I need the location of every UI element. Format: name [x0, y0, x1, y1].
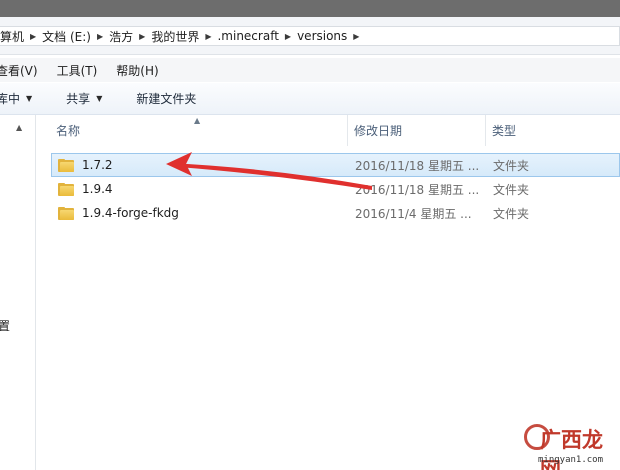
address-bar: 算机 ▶ 文档 (E:) ▶ 浩方 ▶ 我的世界 ▶ .minecraft ▶ versi…	[0, 17, 620, 55]
file-name: 1.7.2	[82, 158, 113, 172]
navigation-pane[interactable]: ▲ 置	[0, 115, 36, 470]
breadcrumb-haofang[interactable]: 浩方 ▶	[109, 26, 151, 46]
file-date: 2016/11/18 星期五 ...	[355, 182, 480, 197]
new-folder-button[interactable]: 新建文件夹	[136, 90, 196, 107]
sort-ascending-icon: ▲	[194, 116, 201, 125]
file-type: 文件夹	[493, 158, 530, 173]
share-button[interactable]: 共享 ▼	[66, 90, 102, 107]
breadcrumb-versions[interactable]: versions ▶	[297, 26, 365, 46]
include-in-library-button[interactable]: 库中 ▼	[0, 90, 32, 107]
file-date: 2016/11/4 星期五 ...	[355, 206, 472, 221]
menu-help[interactable]: 帮助(H)	[116, 62, 158, 79]
folder-icon	[58, 158, 74, 172]
file-type: 文件夹	[493, 182, 530, 197]
folder-icon	[58, 206, 74, 220]
chevron-right-icon[interactable]: ▶	[30, 32, 36, 41]
chevron-right-icon[interactable]: ▶	[353, 32, 359, 41]
breadcrumb-dot-minecraft[interactable]: .minecraft ▶	[217, 26, 297, 46]
file-rows: 1.7.2 2016/11/18 星期五 ... 文件夹 1.9.4 2016/…	[51, 153, 620, 225]
table-row[interactable]: 1.9.4 2016/11/18 星期五 ... 文件夹	[51, 177, 620, 201]
column-header-row: 名称 ▲ 修改日期 类型	[37, 115, 620, 146]
menu-bar: 查看(V) 工具(T) 帮助(H)	[0, 58, 620, 82]
file-date: 2016/11/18 星期五 ...	[355, 158, 480, 173]
site-watermark: 广西龙网 mingyan1.com	[524, 424, 620, 470]
menu-tools[interactable]: 工具(T)	[57, 62, 98, 79]
watermark-url: mingyan1.com	[538, 455, 604, 465]
file-type: 文件夹	[493, 206, 530, 221]
breadcrumb-drive[interactable]: 文档 (E:) ▶	[42, 26, 109, 46]
table-row[interactable]: 1.7.2 2016/11/18 星期五 ... 文件夹	[51, 153, 620, 177]
window-title-bar	[0, 0, 620, 17]
breadcrumb[interactable]: 算机 ▶ 文档 (E:) ▶ 浩方 ▶ 我的世界 ▶ .minecraft ▶ versi…	[0, 26, 620, 46]
chevron-right-icon[interactable]: ▶	[285, 32, 291, 41]
chevron-right-icon[interactable]: ▶	[205, 32, 211, 41]
dropdown-caret-icon: ▼	[96, 94, 103, 103]
chevron-right-icon[interactable]: ▶	[139, 32, 145, 41]
column-header-type[interactable]: 类型	[486, 115, 620, 146]
column-header-date[interactable]: 修改日期	[348, 115, 486, 146]
nav-item-label[interactable]: 置	[0, 317, 10, 334]
chevron-right-icon[interactable]: ▶	[97, 32, 103, 41]
folder-icon	[58, 182, 74, 196]
menu-view[interactable]: 查看(V)	[0, 62, 38, 79]
file-name: 1.9.4-forge-fkdg	[82, 206, 179, 220]
column-header-name[interactable]: 名称 ▲	[37, 115, 348, 146]
file-name: 1.9.4	[82, 182, 113, 196]
collapse-up-icon[interactable]: ▲	[16, 123, 22, 132]
command-toolbar: 库中 ▼ 共享 ▼ 新建文件夹	[0, 83, 620, 115]
breadcrumb-computer[interactable]: 算机 ▶	[0, 26, 42, 46]
file-list-pane: 名称 ▲ 修改日期 类型 1.7.2 2016/11/18 星期五 ... 文件…	[37, 115, 620, 470]
dropdown-caret-icon: ▼	[26, 94, 33, 103]
breadcrumb-minecraft-cn[interactable]: 我的世界 ▶	[151, 26, 217, 46]
table-row[interactable]: 1.9.4-forge-fkdg 2016/11/4 星期五 ... 文件夹	[51, 201, 620, 225]
